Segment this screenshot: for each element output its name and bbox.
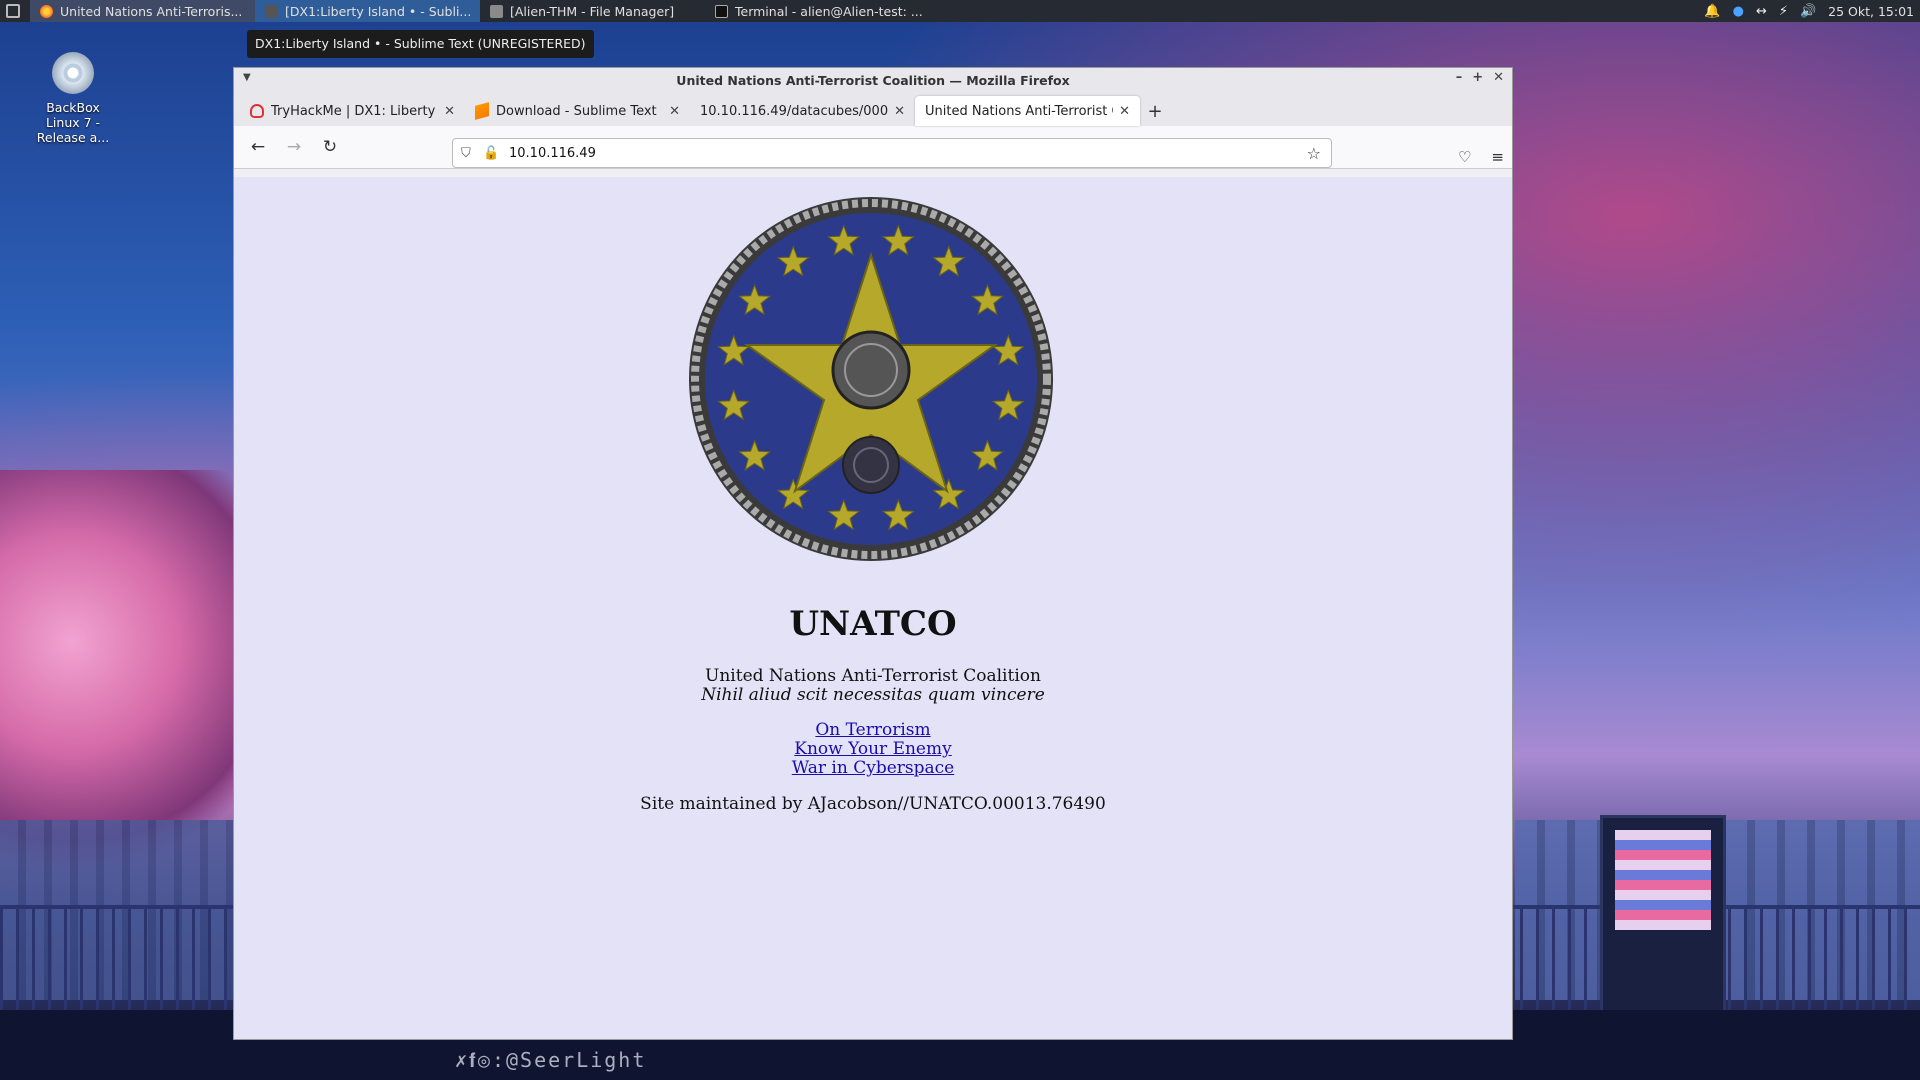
link-know-your-enemy[interactable]: Know Your Enemy	[234, 740, 1512, 759]
desktop-icon-label: BackBox Linux 7 - Release a...	[36, 100, 110, 145]
firefox-icon	[40, 4, 53, 18]
taskbar-item-file-manager[interactable]: [Alien-THM - File Manager]	[480, 0, 705, 22]
volume-icon[interactable]: 🔊	[1800, 4, 1816, 19]
sublime-icon	[265, 4, 278, 18]
close-window-icon[interactable]: ✕	[1493, 70, 1504, 85]
sublime-icon	[475, 102, 489, 120]
taskbar-tooltip: DX1:Liberty Island • - Sublime Text (UNR…	[247, 30, 594, 58]
reload-button[interactable]: ↻	[312, 137, 348, 157]
link-on-terrorism[interactable]: On Terrorism	[234, 721, 1512, 740]
plus-icon: +	[1147, 100, 1163, 122]
tab-unatco[interactable]: United Nations Anti-Terrorist Coalition …	[915, 96, 1140, 126]
clock[interactable]: 25 Okt, 15:01	[1828, 4, 1914, 19]
update-icon[interactable]: ●	[1733, 4, 1744, 19]
link-war-in-cyberspace[interactable]: War in Cyberspace	[234, 759, 1512, 778]
wallpaper-watermark: ✗𝐟◎:@SeerLight	[455, 1048, 647, 1072]
page-title: UNATCO	[789, 604, 957, 644]
disc-icon	[52, 52, 94, 94]
page-subtitle-block: United Nations Anti-Terrorist Coalition …	[234, 667, 1512, 705]
taskbar-item-sublime[interactable]: [DX1:Liberty Island • - Subli...	[255, 0, 480, 22]
minimize-icon[interactable]: –	[1456, 70, 1463, 85]
new-tab-button[interactable]: +	[1140, 96, 1170, 126]
app-menu-icon[interactable]	[6, 4, 20, 18]
window-titlebar[interactable]: ▼ United Nations Anti-Terrorist Coalitio…	[234, 68, 1512, 92]
tab-tryhackme[interactable]: TryHackMe | DX1: Liberty Island ✕	[240, 96, 465, 126]
tab-close-icon[interactable]: ✕	[1119, 104, 1130, 119]
window-menu-icon[interactable]: ▼	[243, 72, 251, 83]
maximize-icon[interactable]: +	[1472, 70, 1483, 85]
page-motto: Nihil aliud scit necessitas quam vincere	[701, 685, 1045, 705]
back-button[interactable]: ←	[240, 137, 276, 157]
folder-icon	[490, 4, 503, 18]
tab-close-icon[interactable]: ✕	[444, 104, 455, 119]
maintainer-note: Site maintained by AJacobson//UNATCO.000…	[640, 794, 1106, 814]
tab-close-icon[interactable]: ✕	[669, 104, 680, 119]
url-text[interactable]: 10.10.116.49	[509, 146, 596, 161]
taskbar-item-terminal[interactable]: Terminal - alien@Alien-test: ...	[705, 0, 930, 22]
terminal-icon	[715, 4, 728, 18]
tab-sublime-download[interactable]: Download - Sublime Text ✕	[465, 96, 690, 126]
tab-strip: TryHackMe | DX1: Liberty Island ✕ Downlo…	[234, 92, 1512, 126]
power-icon[interactable]: ⚡	[1779, 4, 1788, 19]
page-links: On Terrorism Know Your Enemy War in Cybe…	[234, 721, 1512, 778]
pocket-icon[interactable]: ♡	[1458, 148, 1471, 166]
tab-close-icon[interactable]: ✕	[894, 104, 905, 119]
shield-icon[interactable]: ⛉	[461, 146, 475, 161]
address-bar[interactable]: ⛉ 🔓 10.10.116.49 ☆	[452, 138, 1332, 168]
hamburger-menu-icon[interactable]: ≡	[1491, 148, 1504, 166]
bell-icon[interactable]: 🔔	[1704, 4, 1720, 19]
bookmark-star-icon[interactable]: ☆	[1307, 144, 1321, 163]
desktop-icon-backbox[interactable]: BackBox Linux 7 - Release a...	[28, 52, 118, 145]
unatco-seal-logo	[689, 197, 1053, 561]
tab-datacubes[interactable]: 10.10.116.49/datacubes/0000/ ✕	[690, 96, 915, 126]
insecure-lock-icon[interactable]: 🔓	[483, 146, 499, 161]
tryhackme-icon	[250, 104, 264, 118]
forward-button[interactable]: →	[276, 137, 312, 157]
firefox-window: ▼ United Nations Anti-Terrorist Coalitio…	[233, 67, 1513, 1040]
window-title: United Nations Anti-Terrorist Coalition …	[676, 72, 1070, 88]
page-subtitle: United Nations Anti-Terrorist Coalition	[705, 666, 1041, 686]
taskbar-item-firefox[interactable]: United Nations Anti-Terroris...	[30, 0, 255, 22]
page-content: UNATCO United Nations Anti-Terrorist Coa…	[234, 177, 1512, 1039]
vending-machine-wallpaper	[1600, 815, 1726, 1021]
network-icon[interactable]: ↔	[1756, 4, 1767, 19]
taskbar: United Nations Anti-Terroris... [DX1:Lib…	[0, 0, 1920, 22]
